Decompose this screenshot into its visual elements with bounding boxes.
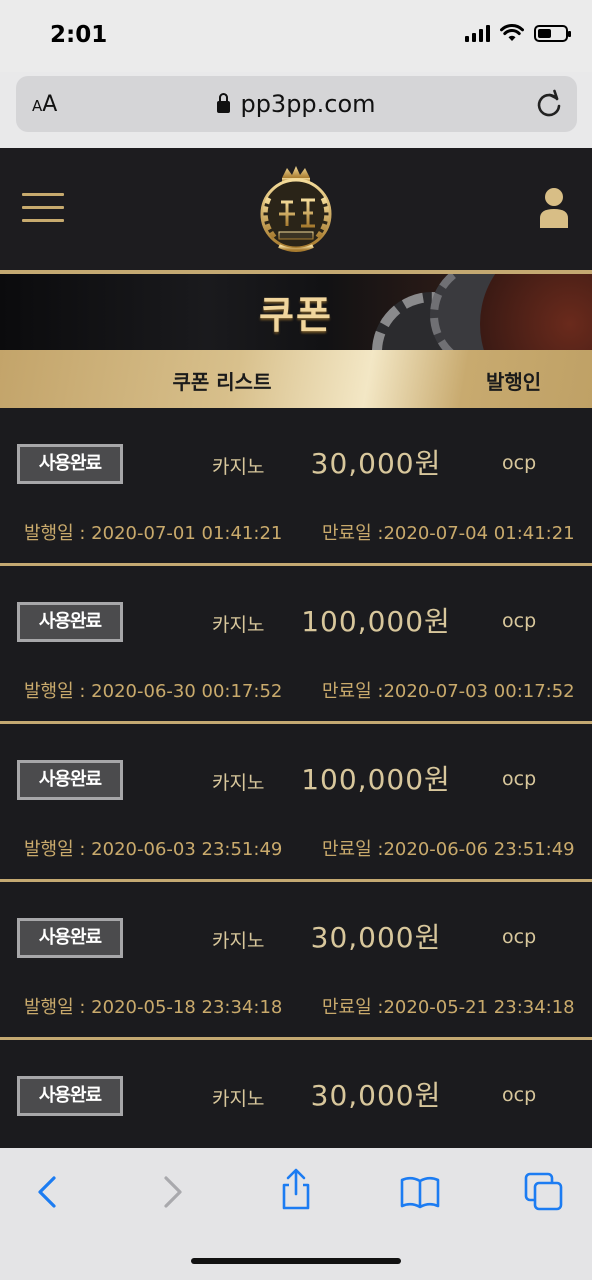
coupon-list-column-label: 쿠폰 리스트 [172, 370, 272, 394]
coupon-issuer: ocp [502, 926, 537, 948]
coupon-game: 카지노 [212, 614, 265, 636]
coupon-issuer: ocp [502, 452, 537, 474]
coupon-issuer: ocp [502, 768, 537, 790]
status-bar: 2:01 [0, 0, 592, 72]
coupon-amount: 100,000원 [301, 763, 451, 796]
coupon-amount: 100,000원 [301, 605, 451, 638]
home-indicator [191, 1258, 401, 1264]
used-status-badge: 사용완료 [17, 444, 123, 484]
url-text: pp3pp.com [240, 90, 376, 118]
wifi-icon [500, 24, 524, 41]
coupon-expiry-date: 만료일 :2020-05-21 23:34:18 [322, 997, 575, 1018]
coupon-game: 카지노 [212, 772, 265, 794]
battery-icon [534, 24, 571, 42]
coupon-expiry-date: 만료일 :2020-06-06 23:51:49 [322, 839, 575, 860]
coupon-expiry-date: 만료일 :2020-07-03 00:17:52 [322, 681, 575, 702]
book-icon[interactable] [398, 1170, 442, 1214]
coupon-expiry-date: 만료일 :2020-07-04 01:41:21 [322, 523, 575, 544]
coupon-issued-date: 발행일 : 2020-07-01 01:41:21 [24, 523, 283, 544]
coupon-amount: 30,000원 [310, 921, 442, 954]
used-status-badge: 사용완료 [17, 760, 123, 800]
lock-icon [217, 93, 231, 113]
chevron-left-icon[interactable] [26, 1170, 70, 1214]
url-field[interactable]: pp3pp.com [16, 90, 577, 118]
status-icons [465, 24, 571, 42]
page-banner: 쿠폰 [0, 274, 592, 350]
status-time: 2:01 [50, 22, 108, 48]
coupon-issued-date: 발행일 : 2020-05-18 23:34:18 [24, 997, 283, 1018]
coupon-issued-date: 발행일 : 2020-06-30 00:17:52 [24, 681, 283, 702]
coupon-amount: 30,000원 [310, 1079, 442, 1112]
coupon-game: 카지노 [212, 456, 265, 478]
address-bar[interactable]: AA pp3pp.com [16, 76, 577, 132]
coupon-list: 사용완료 카지노 30,000원 ocp 발행일 : 2020-07-01 01… [0, 408, 592, 1148]
hamburger-menu-icon[interactable] [22, 193, 64, 225]
chevron-right-icon[interactable] [150, 1170, 194, 1214]
coupon-game: 카지노 [212, 930, 265, 952]
used-status-badge: 사용완료 [17, 918, 123, 958]
page-title: 쿠폰 [259, 293, 333, 337]
used-status-badge: 사용완료 [17, 602, 123, 642]
cellular-signal-icon [465, 24, 490, 42]
coupon-issuer: ocp [502, 1084, 537, 1106]
share-icon[interactable] [274, 1168, 318, 1212]
coupon-amount: 30,000원 [310, 447, 442, 480]
used-status-badge: 사용완료 [17, 1076, 123, 1116]
site-header [0, 148, 592, 270]
coupon-row: 사용완료 카지노 30,000원 ocp 발행일 : 2020-07-01 01… [0, 408, 592, 566]
coupon-row: 사용완료 카지노 100,000원 ocp 발행일 : 2020-06-03 2… [0, 724, 592, 882]
reload-icon[interactable] [535, 89, 563, 119]
coupon-issued-date: 발행일 : 2020-06-03 23:51:49 [24, 839, 283, 860]
tabs-icon[interactable] [522, 1170, 566, 1214]
issuer-column-label: 발행인 [486, 370, 542, 394]
user-icon[interactable] [538, 186, 570, 230]
coupon-list-header: 쿠폰 리스트 발행인 [0, 350, 592, 408]
casino-crown-laurel-logo[interactable] [249, 162, 343, 258]
coupon-row: 사용완료 카지노 30,000원 ocp [0, 1040, 592, 1148]
coupon-issuer: ocp [502, 610, 537, 632]
coupon-game: 카지노 [212, 1088, 265, 1110]
coupon-row: 사용완료 카지노 30,000원 ocp 발행일 : 2020-05-18 23… [0, 882, 592, 1040]
coupon-row: 사용완료 카지노 100,000원 ocp 발행일 : 2020-06-30 0… [0, 566, 592, 724]
